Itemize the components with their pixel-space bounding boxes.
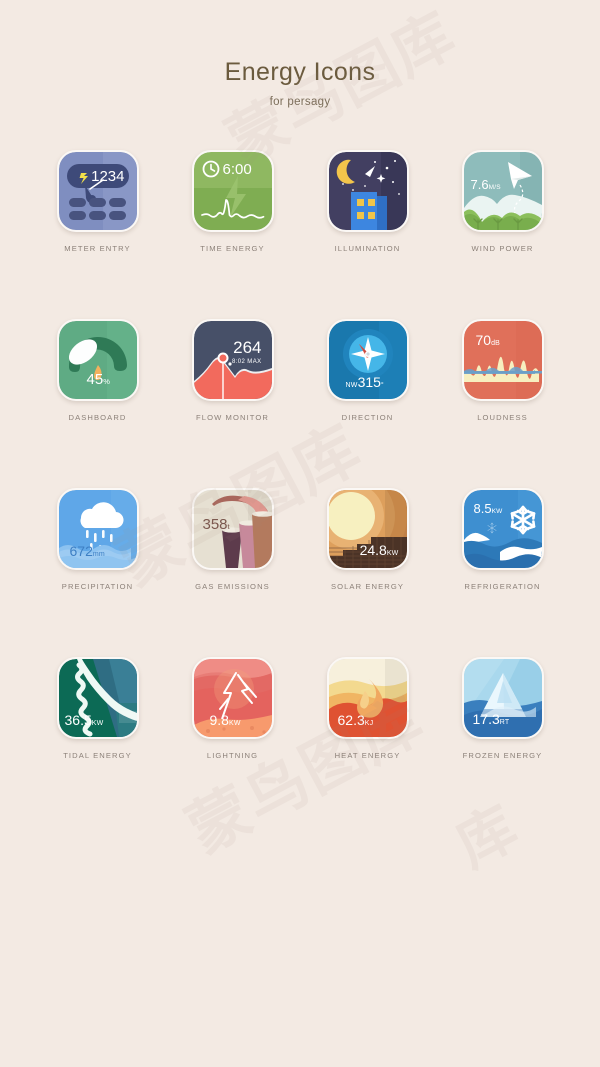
icon-cell-heat-energy[interactable]: 62.3KJ HEAT ENERGY xyxy=(300,657,435,760)
refrigeration-unit: KW xyxy=(492,508,503,515)
refrigeration-value: 8.5KW xyxy=(474,502,503,516)
precipitation-unit: mm xyxy=(93,551,105,558)
icon-cell-wind-power[interactable]: 7.6M/S WIND POWER xyxy=(435,150,570,253)
wind-power-number: 7.6 xyxy=(471,177,489,192)
lightning-unit: KW xyxy=(229,720,241,727)
solar-energy-icon[interactable]: 24.8KW xyxy=(327,488,409,570)
time-energy-value: 6:00 xyxy=(223,162,252,177)
direction-icon[interactable]: NW315° xyxy=(327,319,409,401)
watermark-text: 库 xyxy=(439,781,531,883)
wind-power-unit: M/S xyxy=(489,184,501,191)
refrigeration-icon[interactable]: 8.5KW xyxy=(462,488,544,570)
icon-cell-frozen-energy[interactable]: 17.3RT FROZEN ENERGY xyxy=(435,657,570,760)
frozen-energy-icon[interactable]: 17.3RT xyxy=(462,657,544,739)
frozen-energy-unit: RT xyxy=(500,719,510,726)
icon-label: SOLAR ENERGY xyxy=(331,582,404,591)
icon-label: LIGHTNING xyxy=(207,751,258,760)
icon-cell-direction[interactable]: NW315° DIRECTION xyxy=(300,319,435,422)
icon-cell-dashboard[interactable]: 45% DASHBOARD xyxy=(30,319,165,422)
loudness-unit: dB xyxy=(491,340,500,347)
icon-label: GAS EMISSIONS xyxy=(195,582,270,591)
meter-entry-icon[interactable]: 1234 xyxy=(57,150,139,232)
direction-unit: ° xyxy=(381,382,384,389)
dashboard-value: 45% xyxy=(87,372,111,387)
page-subtitle: for persagy xyxy=(0,96,600,108)
icon-cell-solar-energy[interactable]: 24.8KW SOLAR ENERGY xyxy=(300,488,435,591)
direction-value: NW315° xyxy=(346,375,384,389)
flow-monitor-icon[interactable]: 264 8:02 MAX xyxy=(192,319,274,401)
dashboard-number: 45 xyxy=(87,371,104,388)
loudness-icon[interactable]: 70dB xyxy=(462,319,544,401)
icon-label: TIME ENERGY xyxy=(200,244,264,253)
icon-label: TIDAL ENERGY xyxy=(63,751,132,760)
heat-energy-value: 62.3KJ xyxy=(338,713,374,727)
tidal-energy-icon[interactable]: 36.5KW xyxy=(57,657,139,739)
icon-label: REFRIGERATION xyxy=(464,582,540,591)
wind-power-icon[interactable]: 7.6M/S xyxy=(462,150,544,232)
loudness-value: 70dB xyxy=(476,333,501,347)
tidal-energy-unit: KW xyxy=(92,720,104,727)
loudness-number: 70 xyxy=(476,332,492,348)
direction-prefix: NW xyxy=(346,382,358,389)
icon-label: LOUDNESS xyxy=(477,413,528,422)
icon-label: ILLUMINATION xyxy=(335,244,401,253)
heat-energy-unit: KJ xyxy=(365,720,374,727)
tidal-energy-value: 36.5KW xyxy=(65,713,104,727)
solar-energy-unit: KW xyxy=(387,550,399,557)
flow-monitor-value: 264 xyxy=(233,339,261,356)
lightning-number: 9.8 xyxy=(210,712,229,728)
icon-label: DASHBOARD xyxy=(68,413,126,422)
icon-cell-illumination[interactable]: ILLUMINATION xyxy=(300,150,435,253)
gas-emissions-icon[interactable]: 358t xyxy=(192,488,274,570)
icon-label: HEAT ENERGY xyxy=(335,751,401,760)
frozen-energy-number: 17.3 xyxy=(473,711,500,727)
icon-grid: 1234 METER ENTRY 6:00 xyxy=(0,150,600,760)
icon-cell-time-energy[interactable]: 6:00 TIME ENERGY xyxy=(165,150,300,253)
meter-icon xyxy=(59,152,137,230)
solar-energy-value: 24.8KW xyxy=(360,543,399,557)
icon-label: WIND POWER xyxy=(471,244,533,253)
time-energy-icon[interactable]: 6:00 xyxy=(192,150,274,232)
precipitation-number: 672 xyxy=(70,543,93,559)
icon-cell-precipitation[interactable]: 672mm PRECIPITATION xyxy=(30,488,165,591)
page-header: Energy Icons for persagy xyxy=(0,58,600,108)
icon-cell-lightning[interactable]: 9.8KW LIGHTNING xyxy=(165,657,300,760)
page-title: Energy Icons xyxy=(0,58,600,87)
icon-cell-refrigeration[interactable]: 8.5KW REFRIGERATION xyxy=(435,488,570,591)
precipitation-icon[interactable]: 672mm xyxy=(57,488,139,570)
heat-energy-number: 62.3 xyxy=(338,712,365,728)
gas-emissions-value: 358t xyxy=(203,517,230,532)
moon-building-icon xyxy=(329,152,407,230)
icon-label: PRECIPITATION xyxy=(62,582,133,591)
poster-canvas: 蒙鸟图库 蒙鸟图库 蒙鸟图库 库 Energy Icons for persag… xyxy=(0,0,600,1067)
frozen-energy-value: 17.3RT xyxy=(473,712,510,726)
icon-cell-loudness[interactable]: 70dB LOUDNESS xyxy=(435,319,570,422)
meter-entry-value: 1234 xyxy=(91,169,124,184)
flow-monitor-caption: 8:02 MAX xyxy=(232,359,262,365)
gas-emissions-unit: t xyxy=(228,522,230,531)
icon-cell-gas-emissions[interactable]: 358t GAS EMISSIONS xyxy=(165,488,300,591)
refrigeration-number: 8.5 xyxy=(474,501,492,516)
icon-cell-meter-entry[interactable]: 1234 METER ENTRY xyxy=(30,150,165,253)
icon-cell-tidal-energy[interactable]: 36.5KW TIDAL ENERGY xyxy=(30,657,165,760)
dashboard-unit: % xyxy=(103,377,110,386)
lightning-value: 9.8KW xyxy=(210,713,241,727)
solar-energy-number: 24.8 xyxy=(360,542,387,558)
wind-power-value: 7.6M/S xyxy=(471,178,501,192)
direction-number: 315 xyxy=(358,374,381,390)
illumination-icon[interactable] xyxy=(327,150,409,232)
icon-label: FROZEN ENERGY xyxy=(463,751,543,760)
precipitation-value: 672mm xyxy=(70,544,105,558)
gas-emissions-number: 358 xyxy=(203,516,228,533)
icon-cell-flow-monitor[interactable]: 264 8:02 MAX FLOW MONITOR xyxy=(165,319,300,422)
lightning-icon[interactable]: 9.8KW xyxy=(192,657,274,739)
icon-label: DIRECTION xyxy=(342,413,394,422)
icon-label: FLOW MONITOR xyxy=(196,413,269,422)
dashboard-icon[interactable]: 45% xyxy=(57,319,139,401)
heat-energy-icon[interactable]: 62.3KJ xyxy=(327,657,409,739)
icon-label: METER ENTRY xyxy=(64,244,130,253)
tidal-energy-number: 36.5 xyxy=(65,712,92,728)
